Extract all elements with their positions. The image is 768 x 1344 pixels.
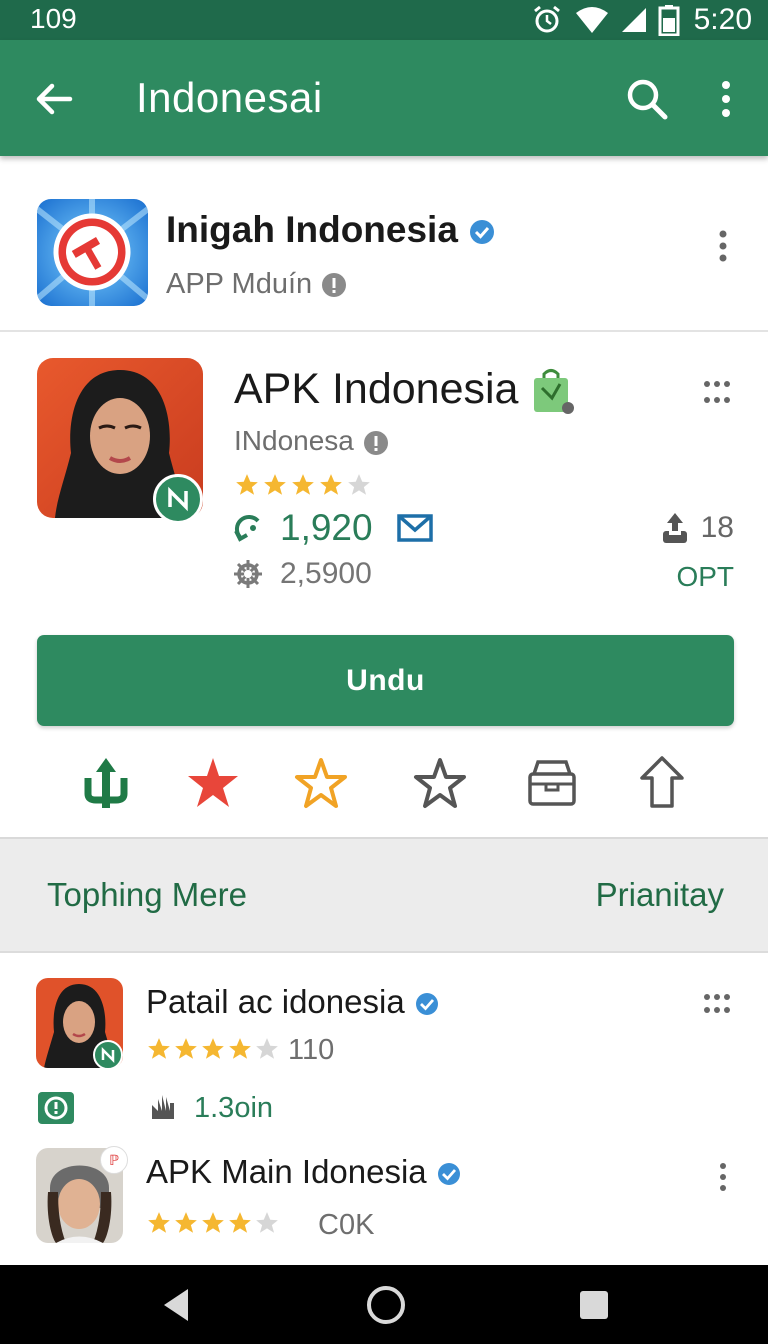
install-button[interactable]: Undu (37, 635, 734, 726)
size-row: 2,5900 (232, 556, 372, 592)
action-row (0, 752, 768, 814)
app-subtitle: INdonesa (234, 424, 390, 458)
more-horiz-icon[interactable] (700, 988, 734, 1018)
downloads-count: 18 (700, 511, 734, 544)
share-upload-icon[interactable] (634, 752, 690, 814)
star-filled-icon (148, 1038, 170, 1059)
download-row: 1.3oin (146, 1088, 273, 1128)
download-count: 1.3oin (194, 1092, 274, 1124)
system-nav-bar (0, 1265, 768, 1344)
star-filled-icon (229, 1038, 251, 1059)
status-left-text: 109 (30, 3, 77, 34)
app-name: APK Indonesia (234, 364, 576, 416)
section-title[interactable]: Tophing Mere (47, 875, 247, 915)
app-subtitle: APP Mduín (166, 266, 348, 302)
more-vert-icon[interactable] (710, 1160, 736, 1194)
star-empty-icon (256, 1212, 278, 1233)
search-icon[interactable] (624, 76, 670, 122)
review-count: 1,920 (280, 507, 373, 548)
shopping-bag-icon (530, 368, 576, 416)
status-time: 5:20 (693, 3, 752, 36)
app-name: Inigah Indonesia (166, 208, 496, 252)
app-name-text: APK Indonesia (234, 365, 519, 413)
star-filled-icon (264, 474, 286, 495)
battery-icon (658, 4, 680, 36)
status-icons: 5:20 (530, 0, 752, 40)
rating-stars (234, 472, 372, 500)
status-bar: 109 5:20 (0, 0, 768, 40)
downloads-stat: 18 (661, 508, 734, 548)
star-filled-icon (320, 474, 342, 495)
verified-badge-icon (468, 218, 496, 246)
app-card-featured[interactable]: Inigah Indonesia APP Mduín (0, 172, 768, 332)
nav-home-icon[interactable] (364, 1283, 408, 1327)
info-box-icon[interactable] (36, 1090, 76, 1126)
wifi-icon (574, 5, 610, 35)
star-filled-icon (292, 474, 314, 495)
app-badge-icon: ℙ (100, 1146, 128, 1174)
star-filled-icon (202, 1038, 224, 1059)
list-item-name-text: APK Main Idonesia (146, 1153, 427, 1190)
app-icon-hammer (37, 199, 148, 306)
app-name-text: Inigah Indonesia (166, 209, 458, 250)
section-header: Tophing Mere Prianitay (0, 837, 768, 953)
section-action[interactable]: Prianitay (596, 875, 724, 915)
more-vert-icon[interactable] (708, 226, 738, 266)
star-filled-icon (229, 1212, 251, 1233)
archive-box-icon[interactable] (524, 752, 580, 814)
app-subtitle-text: APP Mduín (166, 268, 313, 300)
app-badge-icon (93, 1040, 123, 1070)
verified-badge-icon (414, 991, 440, 1017)
app-badge-icon (153, 474, 203, 524)
star-filled-icon[interactable] (185, 752, 241, 814)
app-subtitle-text: INdonesa (234, 425, 354, 456)
mail-icon[interactable] (396, 514, 433, 542)
star-outline-icon[interactable] (412, 752, 468, 814)
back-arrow-icon[interactable] (30, 74, 80, 124)
star-filled-icon (236, 474, 258, 495)
review-count: 110 (288, 1034, 335, 1066)
alarm-icon (530, 3, 564, 37)
more-horiz-icon[interactable] (700, 374, 734, 408)
more-vert-icon[interactable] (710, 76, 742, 122)
review-count-row: 1,920 (232, 506, 433, 550)
thumb-upload-icon (661, 511, 689, 545)
opt-label[interactable]: OPT (676, 560, 734, 594)
app-bar: Indonesai (0, 40, 768, 156)
info-icon (320, 271, 348, 299)
nav-recents-icon[interactable] (572, 1283, 616, 1327)
list-item-name-text: Patail ac idonesia (146, 983, 405, 1020)
cactus-icon[interactable] (78, 752, 134, 814)
refresh-icon (232, 511, 266, 545)
star-filled-icon (175, 1212, 197, 1233)
star-filled-icon (148, 1212, 170, 1233)
list-item-name[interactable]: APK Main Idonesia (146, 1152, 462, 1192)
page-title: Indonesai (136, 74, 323, 121)
star-filled-icon (175, 1038, 197, 1059)
star-filled-icon (202, 1212, 224, 1233)
settings-gear-icon (232, 558, 264, 590)
list-item-name[interactable]: Patail ac idonesia (146, 982, 440, 1022)
review-count: C0K (318, 1209, 375, 1241)
rating-stars (146, 1210, 280, 1236)
info-icon (362, 429, 390, 457)
cell-signal-icon (620, 6, 648, 34)
star-empty-icon (256, 1038, 278, 1059)
rating-stars (146, 1036, 280, 1062)
app-size: 2,5900 (280, 557, 372, 590)
verified-badge-icon (436, 1161, 462, 1187)
star-empty-icon (348, 474, 370, 495)
star-outline-yellow-icon[interactable] (293, 752, 349, 814)
hand-icon (146, 1091, 180, 1125)
nav-back-icon[interactable] (156, 1283, 200, 1327)
